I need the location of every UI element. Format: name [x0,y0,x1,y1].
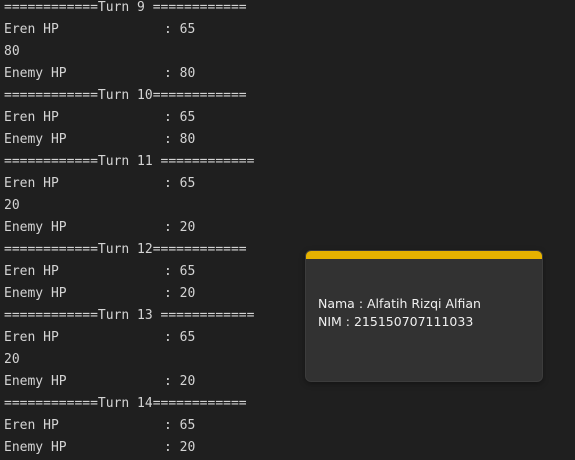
stat-label: Enemy HP [4,132,67,147]
terminal-stat-line: Enemy HP : 80 [4,129,195,151]
terminal-stat-line: Eren HP : 65 [4,107,195,129]
sticky-note-accent-bar [306,251,542,259]
sticky-note[interactable]: Nama : Alfatih Rizqi Alfian NIM : 215150… [305,250,543,382]
stat-label: Eren HP [4,330,59,345]
stat-label: Enemy HP [4,66,67,81]
terminal-output[interactable]: ============Turn 9 ============ Eren HP : … [0,0,575,460]
stat-label: Enemy HP [4,374,67,389]
stat-label: Eren HP [4,264,59,279]
terminal-stat-line: Eren HP : 65 [4,19,195,41]
terminal-stat-line: Enemy HP : 20 [4,437,195,459]
stat-value: : 65 [164,264,196,279]
stat-label: Eren HP [4,176,59,191]
stat-label: Enemy HP [4,286,67,301]
sticky-note-nim-line: NIM : 215150707111033 [318,314,474,329]
sticky-note-name-line: Nama : Alfatih Rizqi Alfian [318,296,481,311]
stat-label: Enemy HP [4,440,67,455]
turn-header-line: ============Turn 11 ============ [4,154,255,169]
stat-label: Eren HP [4,22,59,37]
terminal-output-line: 20 [4,198,20,213]
stat-label: Eren HP [4,110,59,125]
terminal-stat-line: Eren HP : 65 [4,415,195,437]
terminal-output-line: 80 [4,44,20,59]
stat-value: : 80 [164,132,196,147]
stat-value: : 80 [164,66,196,81]
turn-header-line: ============Turn 10============ [4,88,247,103]
terminal-stat-line: Eren HP : 65 [4,327,195,349]
turn-header-line: ============Turn 9 ============ [4,0,247,15]
terminal-stat-line: Enemy HP : 80 [4,63,195,85]
sticky-note-body[interactable]: Nama : Alfatih Rizqi Alfian NIM : 215150… [306,259,542,331]
stat-value: : 20 [164,440,196,455]
stat-value: : 20 [164,220,196,235]
terminal-stat-line: Eren HP : 65 [4,173,195,195]
stat-value: : 65 [164,110,196,125]
turn-header-line: ============Turn 12============ [4,242,247,257]
stat-label: Eren HP [4,418,59,433]
terminal-stat-line: Eren HP : 65 [4,261,195,283]
turn-header-line: ============Turn 14============ [4,396,247,411]
stat-value: : 65 [164,176,196,191]
stat-value: : 20 [164,286,196,301]
terminal-output-line: 20 [4,352,20,367]
turn-header-line: ============Turn 13 ============ [4,308,255,323]
stat-value: : 65 [164,330,196,345]
stat-value: : 65 [164,418,196,433]
stat-value: : 20 [164,374,196,389]
stat-value: : 65 [164,22,196,37]
terminal-stat-line: Enemy HP : 20 [4,371,195,393]
terminal-stat-line: Enemy HP : 20 [4,283,195,305]
terminal-stat-line: Enemy HP : 20 [4,217,195,239]
stat-label: Enemy HP [4,220,67,235]
